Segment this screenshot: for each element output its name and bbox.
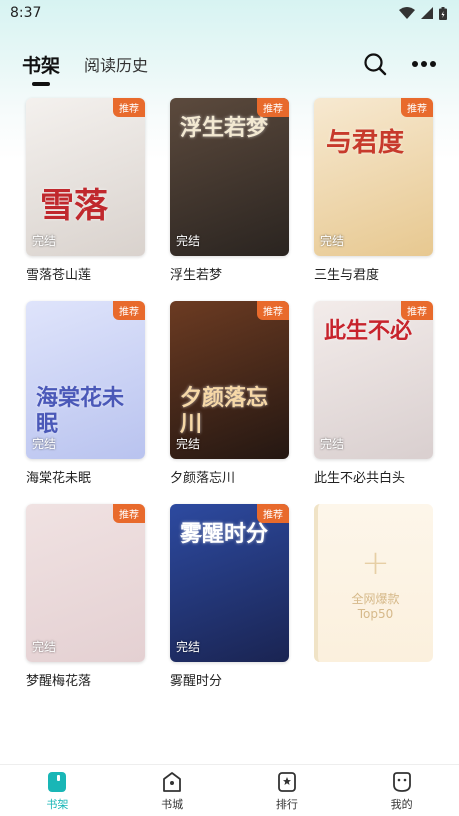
top50-label-line1: 全网爆款 xyxy=(351,591,400,606)
nav-ranking[interactable]: 排行 xyxy=(257,770,317,812)
cover-title-art: 浮生若梦 xyxy=(180,115,269,141)
book-item[interactable]: 夕颜落忘川 推荐 完结 夕颜落忘川 xyxy=(170,301,289,504)
completed-tag: 完结 xyxy=(32,437,57,451)
cover-title-art: 雪落 xyxy=(40,186,108,226)
nav-bookshelf[interactable]: 书架 xyxy=(27,770,87,812)
recommend-badge: 推荐 xyxy=(401,301,433,320)
book-cover[interactable]: 推荐完结 xyxy=(26,504,145,662)
recommend-badge: 推荐 xyxy=(401,98,433,117)
book-cover[interactable]: 与君度 推荐完结 xyxy=(314,98,433,256)
completed-tag: 完结 xyxy=(320,234,345,248)
completed-tag: 完结 xyxy=(32,640,57,654)
top50-slot[interactable]: + 全网爆款 Top50 xyxy=(314,504,433,707)
book-title[interactable]: 三生与君度 xyxy=(314,264,433,283)
plus-icon: + xyxy=(361,542,390,583)
more-icon[interactable] xyxy=(411,60,437,68)
completed-tag: 完结 xyxy=(176,234,201,248)
book-cover[interactable]: 夕颜落忘川 推荐完结 xyxy=(170,301,289,459)
ranking-icon xyxy=(276,770,298,794)
nav-profile-label: 我的 xyxy=(390,797,413,811)
book-title[interactable]: 海棠花未眠 xyxy=(26,467,145,486)
book-title[interactable]: 雾醒时分 xyxy=(170,670,289,689)
recommend-badge: 推荐 xyxy=(113,301,145,320)
bottom-nav: 书架 书城 排行 我的 xyxy=(0,764,459,816)
wifi-icon xyxy=(399,7,415,19)
tab-reading-history[interactable]: 阅读历史 xyxy=(84,52,148,76)
cover-title-art: 此生不必 xyxy=(324,318,413,344)
recommend-badge: 推荐 xyxy=(257,98,289,117)
book-title[interactable]: 梦醒梅花落 xyxy=(26,670,145,689)
book-cover[interactable]: 雪落 推荐完结 xyxy=(26,98,145,256)
nav-store-label: 书城 xyxy=(161,797,184,811)
completed-tag: 完结 xyxy=(320,437,345,451)
nav-ranking-label: 排行 xyxy=(275,797,298,811)
cover-title-art: 雾醒时分 xyxy=(180,521,269,547)
book-title[interactable]: 浮生若梦 xyxy=(170,264,289,283)
book-title[interactable]: 雪落苍山莲 xyxy=(26,264,145,283)
book-item[interactable]: 浮生若梦 推荐 完结 浮生若梦 xyxy=(170,98,289,301)
nav-bookshelf-label: 书架 xyxy=(46,797,69,811)
status-bar: 8:37 xyxy=(0,0,459,26)
cover-title-art: 夕颜落忘川 xyxy=(180,385,269,437)
status-icons xyxy=(399,6,447,20)
book-grid: 雪落 推荐 完结 雪落苍山莲 浮生若梦 推荐 完结 浮生若梦 与君度 推荐 完结 三生与君度 海棠花未眠… xyxy=(26,98,433,707)
status-time: 8:37 xyxy=(10,5,42,21)
book-cover[interactable]: 雾醒时分 推荐完结 xyxy=(170,504,289,662)
bookshelf-icon xyxy=(47,770,67,794)
top50-label-line2: Top50 xyxy=(357,606,394,621)
completed-tag: 完结 xyxy=(32,234,57,248)
book-item[interactable]: 雪落 推荐完结雪落苍山莲 xyxy=(26,98,145,301)
nav-profile[interactable]: 我的 xyxy=(372,770,432,812)
search-icon[interactable] xyxy=(363,52,387,76)
battery-icon xyxy=(439,6,447,20)
completed-tag: 完结 xyxy=(176,437,201,451)
book-item[interactable]: 推荐完结梦醒梅花落 xyxy=(26,504,145,707)
recommend-badge: 推荐 xyxy=(113,504,145,523)
tab-bookshelf[interactable]: 书架 xyxy=(22,51,60,86)
book-cover[interactable]: 海棠花未眠 推荐完结 xyxy=(26,301,145,459)
cover-title-art: 与君度 xyxy=(326,128,405,158)
nav-store[interactable]: 书城 xyxy=(142,770,202,812)
top50-card[interactable]: + 全网爆款 Top50 xyxy=(314,504,433,662)
book-cover[interactable]: 此生不必 推荐完结 xyxy=(314,301,433,459)
book-item[interactable]: 海棠花未眠 推荐 完结 海棠花未眠 xyxy=(26,301,145,504)
book-cover[interactable]: 浮生若梦 推荐完结 xyxy=(170,98,289,256)
header: 书架 阅读历史 xyxy=(0,44,459,86)
book-title[interactable]: 夕颜落忘川 xyxy=(170,467,289,486)
profile-icon xyxy=(391,770,413,794)
signal-icon xyxy=(421,7,433,19)
store-icon xyxy=(161,770,183,794)
cover-title-art: 海棠花未眠 xyxy=(36,385,125,437)
recommend-badge: 推荐 xyxy=(257,504,289,523)
book-item[interactable]: 与君度 推荐完结三生与君度 xyxy=(314,98,433,301)
book-item[interactable]: 此生不必 推荐完结此生不必共白头 xyxy=(314,301,433,504)
recommend-badge: 推荐 xyxy=(257,301,289,320)
recommend-badge: 推荐 xyxy=(113,98,145,117)
book-item[interactable]: 雾醒时分 推荐 完结 雾醒时分 xyxy=(170,504,289,707)
book-title[interactable]: 此生不必共白头 xyxy=(314,467,433,486)
completed-tag: 完结 xyxy=(176,640,201,654)
